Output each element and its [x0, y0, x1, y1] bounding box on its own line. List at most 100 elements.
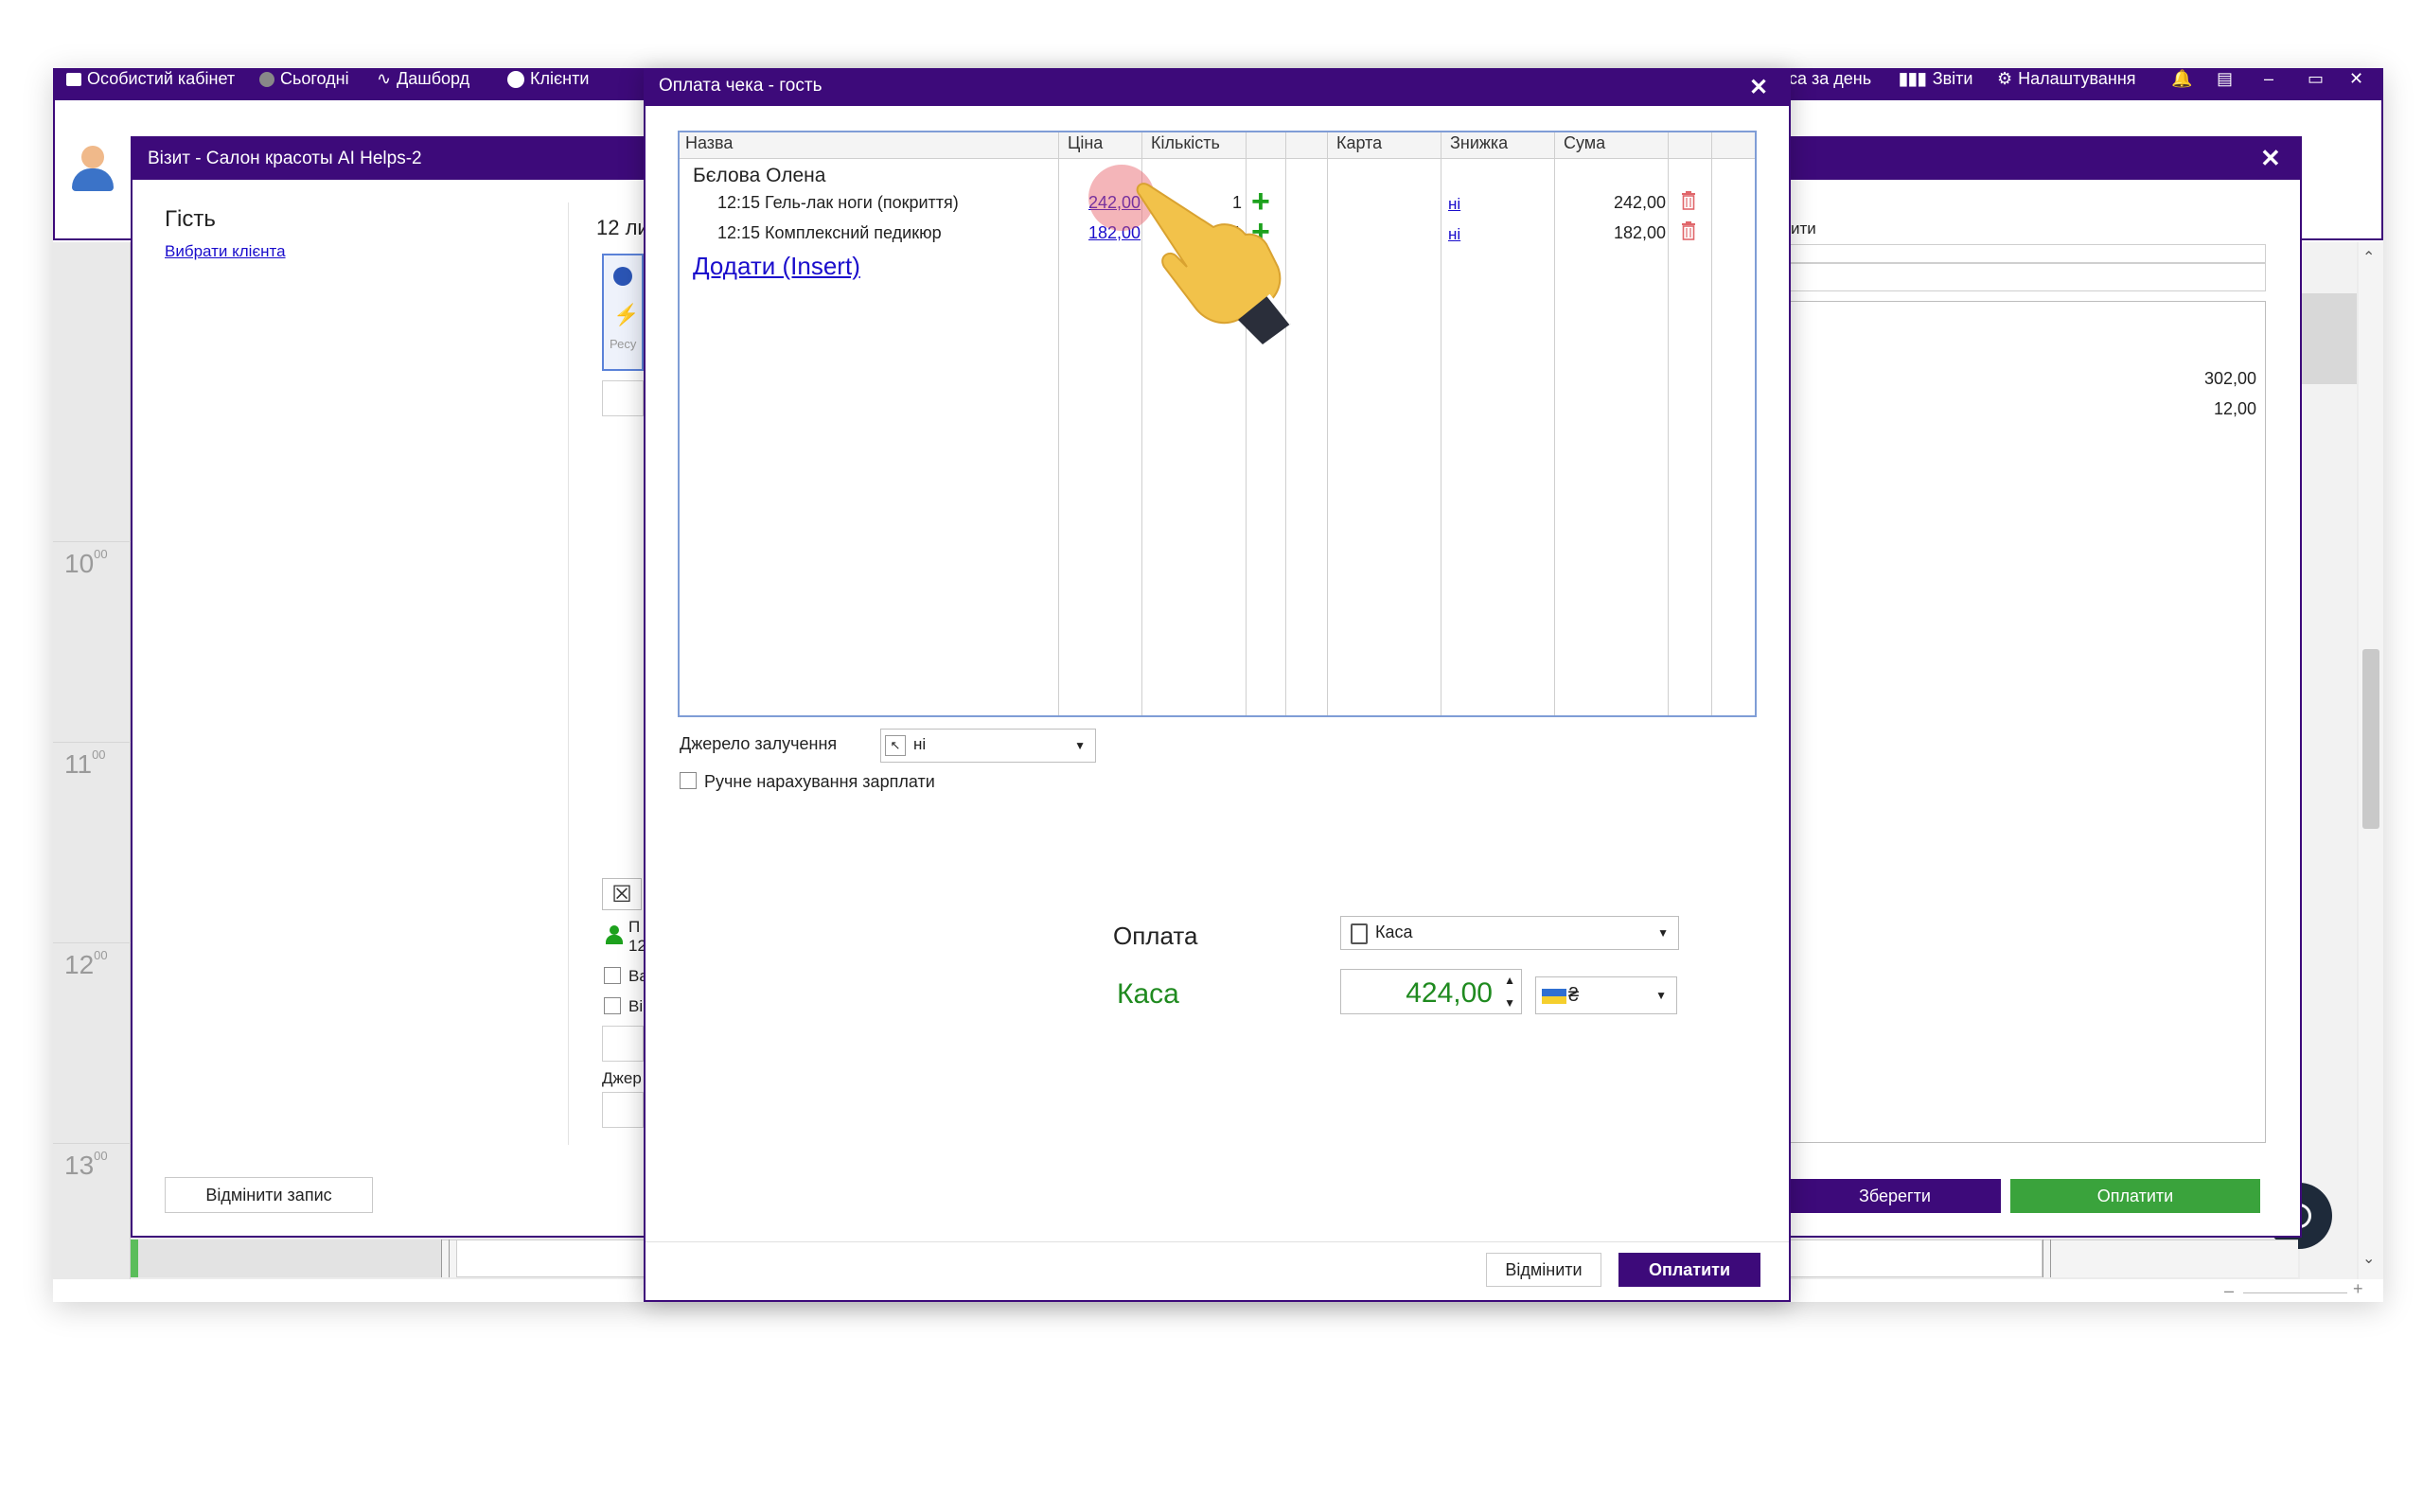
zoom-plus-icon[interactable]: +: [2353, 1279, 2363, 1299]
nav-clients[interactable]: Клієнти: [507, 69, 589, 89]
hour-label: 1300: [64, 1149, 108, 1180]
hour-label: 1100: [64, 747, 106, 779]
trash-icon[interactable]: [1681, 221, 1696, 240]
col-qty: Кількість: [1151, 133, 1220, 152]
payment-close-icon[interactable]: ✕: [1749, 74, 1768, 101]
visit-right-input-1[interactable]: [1789, 244, 2266, 263]
visit-close-icon[interactable]: ✕: [2260, 144, 2281, 173]
cash-amount-input[interactable]: 424,00 ▲ ▼: [1340, 969, 1522, 1014]
source-select[interactable]: ↖ ні ▼: [880, 729, 1096, 763]
today-icon: [259, 71, 274, 87]
resource-label: Ресу: [610, 337, 637, 351]
calculator-icon: [1351, 923, 1368, 944]
pulse-icon: ∿: [377, 69, 392, 88]
service-name: 12:15 Комплексний педикюр: [717, 223, 942, 242]
cancel-appointment-button[interactable]: Відмінити запис: [165, 1177, 373, 1213]
spin-up-icon[interactable]: ▲: [1504, 974, 1515, 987]
nav-day-cash[interactable]: са за день: [1789, 69, 1871, 89]
visit-checkbox-2[interactable]: [604, 997, 621, 1014]
client-line1: П: [628, 918, 641, 936]
chevron-down-icon: ▼: [1657, 926, 1669, 940]
bar-chart-icon: ▮▮▮: [1899, 69, 1927, 88]
bell-icon[interactable]: 🔔: [2171, 69, 2192, 89]
nav-settings[interactable]: ⚙ Налаштування: [1997, 69, 2136, 89]
currency-symbol: ₴: [1568, 985, 1580, 1006]
clipboard-icon[interactable]: ▤: [2217, 69, 2233, 89]
hour-divider: [53, 541, 131, 542]
cash-label: Каса: [1117, 978, 1179, 1010]
dialog-footer-divider: [646, 1241, 1789, 1242]
lightning-icon: ⚡: [613, 303, 640, 326]
service-sum: 242,00: [1613, 193, 1666, 212]
visit-services-panel: [1789, 301, 2266, 1143]
schedule-right-strip: [2300, 242, 2357, 1279]
manual-salary-checkbox[interactable]: [680, 772, 697, 789]
avatar: [70, 144, 115, 193]
choose-client-link[interactable]: Вибрати клієнта: [165, 242, 286, 261]
col-discount: Знижка: [1450, 133, 1509, 152]
schedule-slot-highlight: [2300, 293, 2357, 384]
save-button[interactable]: Зберегти: [1789, 1179, 2001, 1213]
visit-pay-button[interactable]: Оплатити: [2010, 1179, 2260, 1213]
hour-divider: [53, 1143, 131, 1144]
payment-label: Оплата: [1113, 922, 1198, 950]
chevron-down-icon: ▼: [1655, 989, 1667, 1002]
image-placeholder-icon[interactable]: ☒: [602, 878, 642, 910]
table-col-divider: [1711, 132, 1712, 715]
minimize-icon[interactable]: –: [2264, 69, 2273, 89]
visit-amount-1: 302,00: [2203, 369, 2256, 388]
nav-reports[interactable]: ▮▮▮ Звіти: [1899, 69, 1972, 89]
scrollbar-thumb[interactable]: [2362, 649, 2379, 829]
service-name: 12:15 Гель-лак ноги (покриття): [717, 193, 959, 212]
scroll-down-icon[interactable]: ⌄: [2362, 1249, 2375, 1268]
schedule-bottom-cell: [1789, 1239, 2043, 1277]
table-col-divider: [1058, 132, 1059, 715]
table-col-divider: [1327, 132, 1328, 715]
user-circle-icon: [507, 70, 524, 88]
visit-dropdown-stub[interactable]: [602, 380, 644, 416]
service-sum: 182,00: [1613, 223, 1666, 242]
col-card: Карта: [1336, 133, 1383, 152]
scroll-up-icon[interactable]: ⌃: [2362, 248, 2375, 267]
service-discount-link[interactable]: ні: [1448, 225, 1460, 244]
nav-dashboard[interactable]: ∿ Дашборд: [377, 69, 469, 89]
nav-cabinet[interactable]: Особистий кабінет: [66, 69, 235, 89]
zoom-slider[interactable]: [2243, 1292, 2347, 1293]
trash-icon[interactable]: [1681, 191, 1696, 210]
hour-divider: [53, 742, 131, 743]
maximize-icon[interactable]: ▭: [2308, 69, 2324, 89]
guest-label: Гість: [165, 206, 216, 232]
source-value: ні: [913, 735, 927, 753]
visit-source-label: Джер: [602, 1069, 642, 1087]
manual-salary-label: Ручне нарахування зарплати: [704, 772, 935, 791]
visit-checkbox-2-label: Ві: [628, 997, 644, 1015]
hour-label: 1200: [64, 948, 108, 979]
zoom-minus-icon[interactable]: –: [2224, 1281, 2234, 1301]
cash-amount-value: 424,00: [1406, 977, 1493, 1009]
visit-right-input-2[interactable]: [1789, 263, 2266, 291]
visit-source-stub[interactable]: [602, 1092, 644, 1128]
visit-checkbox-1[interactable]: [604, 967, 621, 984]
payment-method-select[interactable]: Каса ▼: [1340, 916, 1679, 950]
schedule-bottom-cell: [138, 1239, 441, 1277]
nav-today[interactable]: Сьогодні: [259, 69, 349, 89]
col-sum: Сума: [1564, 133, 1606, 152]
spin-down-icon[interactable]: ▼: [1504, 996, 1515, 1010]
visit-left-divider: [568, 202, 569, 1145]
resource-card[interactable]: ⚡ Ресу: [602, 254, 644, 371]
payment-method-value: Каса: [1375, 923, 1413, 941]
service-discount-link[interactable]: ні: [1448, 195, 1460, 214]
visit-right-label: ити: [1791, 220, 1816, 237]
magic-wand-icon: ↖: [885, 735, 906, 756]
pointing-hand-icon: [1136, 183, 1293, 344]
pay-button[interactable]: Оплатити: [1618, 1253, 1760, 1287]
currency-select[interactable]: ₴ ▼: [1535, 976, 1677, 1014]
visit-date: 12 ли: [596, 216, 649, 239]
cancel-button[interactable]: Відмінити: [1486, 1253, 1601, 1287]
schedule-bottom-divider: [2050, 1239, 2051, 1277]
visit-input-stub[interactable]: [602, 1026, 644, 1062]
schedule-bottom-divider: [449, 1239, 450, 1277]
visit-title: Візит - Салон красоты AI Helps-2: [148, 149, 422, 168]
add-item-link[interactable]: Додати (Insert): [693, 252, 860, 281]
app-close-icon[interactable]: ✕: [2349, 69, 2363, 89]
